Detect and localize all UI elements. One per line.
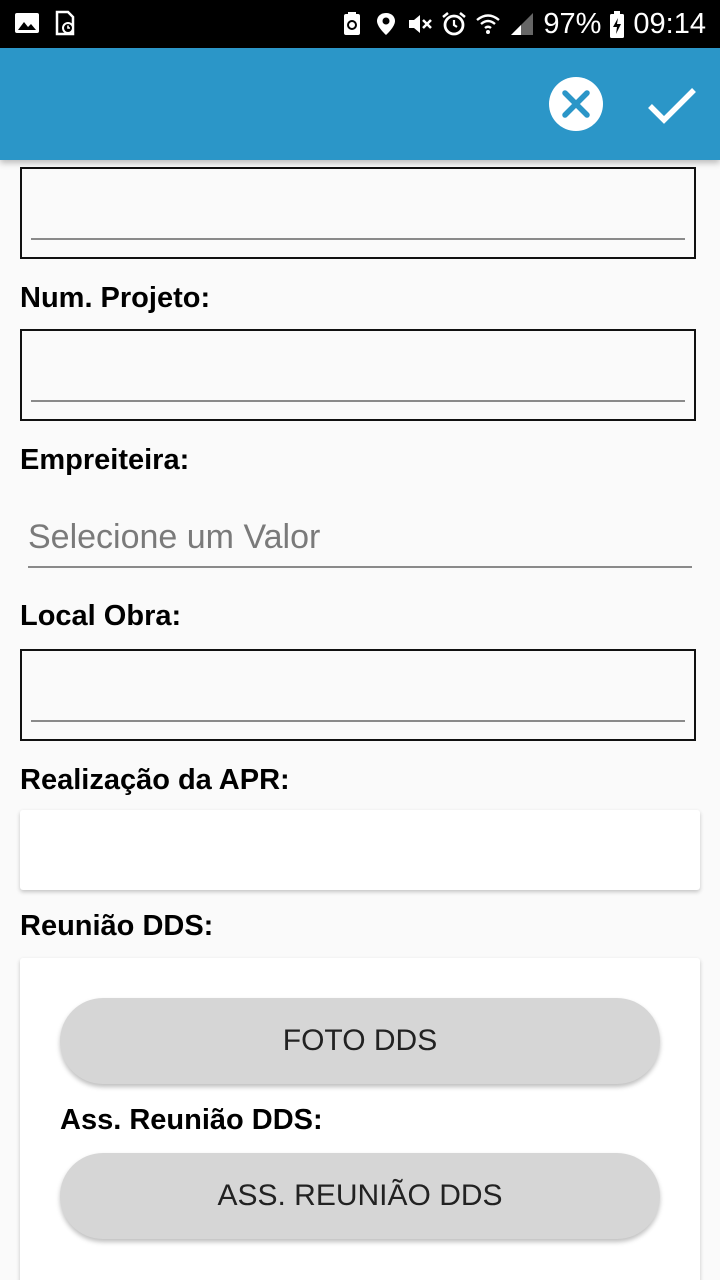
location-icon bbox=[373, 11, 399, 37]
battery-charging-icon bbox=[609, 11, 625, 38]
signal-icon bbox=[509, 11, 535, 37]
reuniao-dds-label: Reunião DDS: bbox=[20, 910, 214, 942]
input-underline bbox=[31, 238, 685, 240]
ass-reuniao-button[interactable]: ASS. REUNIÃO DDS bbox=[60, 1153, 660, 1239]
ass-reuniao-label: Ass. Reunião DDS: bbox=[60, 1104, 323, 1136]
app-bar bbox=[0, 48, 720, 160]
confirm-button[interactable] bbox=[644, 76, 700, 132]
top-text-input[interactable] bbox=[20, 167, 696, 259]
empreiteira-select[interactable]: Selecione um Valor bbox=[28, 514, 692, 568]
check-icon bbox=[648, 88, 696, 124]
input-underline bbox=[31, 400, 685, 402]
clock: 09:14 bbox=[633, 8, 706, 40]
realizacao-apr-label: Realização da APR: bbox=[20, 764, 290, 796]
empreiteira-label: Empreiteira: bbox=[20, 444, 190, 476]
form-content: Num. Projeto: Empreiteira: Selecione um … bbox=[0, 160, 720, 1280]
num-projeto-input[interactable] bbox=[20, 329, 696, 421]
status-bar: 97% 09:14 bbox=[0, 0, 720, 48]
realizacao-apr-card[interactable] bbox=[20, 810, 700, 890]
local-obra-label: Local Obra: bbox=[20, 600, 182, 632]
num-projeto-label: Num. Projeto: bbox=[20, 282, 211, 314]
close-icon bbox=[562, 90, 590, 118]
cancel-button[interactable] bbox=[549, 77, 603, 131]
sim-icon bbox=[52, 10, 78, 36]
image-icon bbox=[14, 10, 40, 36]
local-obra-input[interactable] bbox=[20, 649, 696, 741]
wifi-icon bbox=[475, 11, 501, 37]
empreiteira-placeholder: Selecione um Valor bbox=[28, 518, 321, 556]
recycle-icon bbox=[339, 11, 365, 37]
battery-percent: 97% bbox=[543, 8, 602, 40]
foto-dds-button[interactable]: FOTO DDS bbox=[60, 998, 660, 1084]
alarm-icon bbox=[441, 11, 467, 37]
reuniao-dds-card: FOTO DDS Ass. Reunião DDS: ASS. REUNIÃO … bbox=[20, 958, 700, 1280]
mute-icon bbox=[407, 11, 433, 37]
input-underline bbox=[31, 720, 685, 722]
